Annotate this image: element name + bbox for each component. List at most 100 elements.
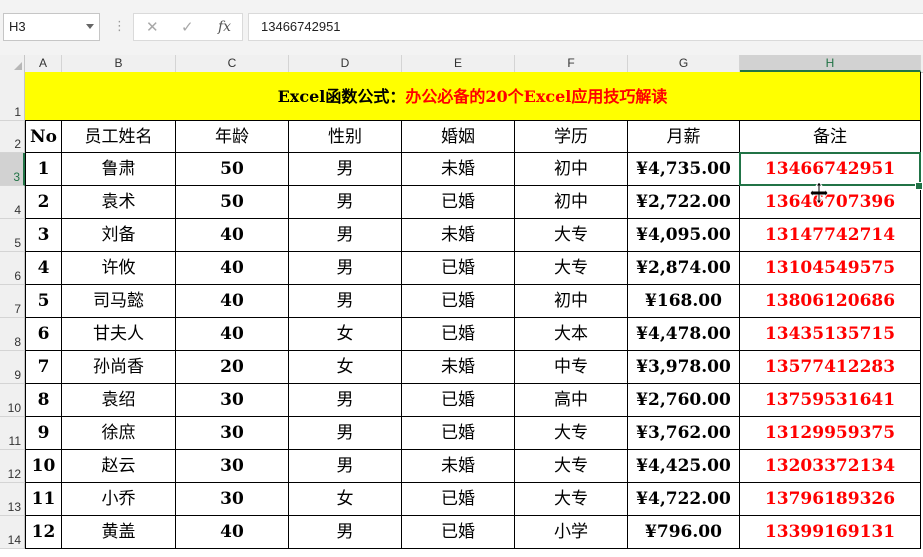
cell-marriage[interactable]: 未婚 <box>402 153 515 186</box>
header-cell-note[interactable]: 备注 <box>740 121 921 153</box>
cell-edu[interactable]: 初中 <box>515 285 628 318</box>
cell-note[interactable]: 13466742951 <box>740 153 921 186</box>
cell-age[interactable]: 30 <box>176 417 289 450</box>
cell-age[interactable]: 20 <box>176 351 289 384</box>
cell-age[interactable]: 30 <box>176 450 289 483</box>
cell-salary[interactable]: ¥3,978.00 <box>628 351 740 384</box>
cell-edu[interactable]: 大专 <box>515 219 628 252</box>
cell-name[interactable]: 刘备 <box>62 219 176 252</box>
cell-age[interactable]: 30 <box>176 483 289 516</box>
cell-salary[interactable]: ¥168.00 <box>628 285 740 318</box>
enter-icon[interactable]: ✓ <box>181 18 194 36</box>
cell-age[interactable]: 30 <box>176 384 289 417</box>
row-header-12[interactable]: 12 <box>0 450 25 483</box>
cell-salary[interactable]: ¥4,478.00 <box>628 318 740 351</box>
cell-no[interactable]: 8 <box>25 384 62 417</box>
cell-age[interactable]: 40 <box>176 219 289 252</box>
cell-no[interactable]: 10 <box>25 450 62 483</box>
cell-name[interactable]: 袁术 <box>62 186 176 219</box>
cell-edu[interactable]: 大专 <box>515 417 628 450</box>
cell-gender[interactable]: 女 <box>289 351 402 384</box>
row-header-6[interactable]: 6 <box>0 252 25 285</box>
cell-marriage[interactable]: 已婚 <box>402 285 515 318</box>
header-cell-edu[interactable]: 学历 <box>515 121 628 153</box>
fx-icon[interactable]: fx <box>218 18 231 36</box>
dropdown-arrow-icon[interactable] <box>86 24 94 29</box>
formula-input[interactable]: 13466742951 <box>248 13 923 41</box>
header-cell-salary[interactable]: 月薪 <box>628 121 740 153</box>
header-cell-gender[interactable]: 性别 <box>289 121 402 153</box>
cell-gender[interactable]: 男 <box>289 153 402 186</box>
cell-note[interactable]: 13147742714 <box>740 219 921 252</box>
row-header-9[interactable]: 9 <box>0 351 25 384</box>
column-header-a[interactable]: A <box>25 55 62 72</box>
cell-salary[interactable]: ¥4,095.00 <box>628 219 740 252</box>
cell-note[interactable]: 13806120686 <box>740 285 921 318</box>
cell-age[interactable]: 40 <box>176 516 289 549</box>
cell-salary[interactable]: ¥4,735.00 <box>628 153 740 186</box>
cell-name[interactable]: 徐庶 <box>62 417 176 450</box>
cell-edu[interactable]: 初中 <box>515 153 628 186</box>
select-all-corner[interactable] <box>0 55 25 72</box>
column-header-f[interactable]: F <box>515 55 628 72</box>
cell-marriage[interactable]: 已婚 <box>402 516 515 549</box>
cell-marriage[interactable]: 已婚 <box>402 318 515 351</box>
cell-name[interactable]: 袁绍 <box>62 384 176 417</box>
column-header-e[interactable]: E <box>402 55 515 72</box>
column-header-d[interactable]: D <box>289 55 402 72</box>
cell-no[interactable]: 12 <box>25 516 62 549</box>
cell-edu[interactable]: 高中 <box>515 384 628 417</box>
cell-gender[interactable]: 男 <box>289 219 402 252</box>
cell-name[interactable]: 赵云 <box>62 450 176 483</box>
cell-name[interactable]: 孙尚香 <box>62 351 176 384</box>
cell-name[interactable]: 司马懿 <box>62 285 176 318</box>
cell-gender[interactable]: 男 <box>289 285 402 318</box>
column-header-c[interactable]: C <box>176 55 289 72</box>
cell-age[interactable]: 50 <box>176 153 289 186</box>
cell-edu[interactable]: 大专 <box>515 450 628 483</box>
cell-edu[interactable]: 大专 <box>515 252 628 285</box>
cell-no[interactable]: 9 <box>25 417 62 450</box>
cell-salary[interactable]: ¥2,760.00 <box>628 384 740 417</box>
cell-age[interactable]: 40 <box>176 318 289 351</box>
cell-edu[interactable]: 小学 <box>515 516 628 549</box>
cell-no[interactable]: 4 <box>25 252 62 285</box>
cell-salary[interactable]: ¥2,874.00 <box>628 252 740 285</box>
cell-edu[interactable]: 中专 <box>515 351 628 384</box>
cell-no[interactable]: 2 <box>25 186 62 219</box>
cell-edu[interactable]: 大本 <box>515 318 628 351</box>
cell-no[interactable]: 7 <box>25 351 62 384</box>
name-box[interactable]: H3 <box>3 13 100 41</box>
cell-note[interactable]: 13577412283 <box>740 351 921 384</box>
cell-gender[interactable]: 男 <box>289 450 402 483</box>
header-cell-name[interactable]: 员工姓名 <box>62 121 176 153</box>
cell-marriage[interactable]: 未婚 <box>402 219 515 252</box>
column-header-h[interactable]: H <box>740 55 921 72</box>
cell-marriage[interactable]: 已婚 <box>402 384 515 417</box>
header-cell-no[interactable]: No <box>25 121 62 153</box>
cell-marriage[interactable]: 未婚 <box>402 351 515 384</box>
cell-name[interactable]: 小乔 <box>62 483 176 516</box>
column-header-g[interactable]: G <box>628 55 740 72</box>
cell-salary[interactable]: ¥796.00 <box>628 516 740 549</box>
cell-gender[interactable]: 男 <box>289 252 402 285</box>
cell-marriage[interactable]: 已婚 <box>402 483 515 516</box>
cell-note[interactable]: 13796189326 <box>740 483 921 516</box>
cell-salary[interactable]: ¥3,762.00 <box>628 417 740 450</box>
cell-age[interactable]: 40 <box>176 252 289 285</box>
cell-name[interactable]: 甘夫人 <box>62 318 176 351</box>
row-header-13[interactable]: 13 <box>0 483 25 516</box>
cell-marriage[interactable]: 已婚 <box>402 252 515 285</box>
cell-edu[interactable]: 初中 <box>515 186 628 219</box>
cell-marriage[interactable]: 已婚 <box>402 186 515 219</box>
cell-gender[interactable]: 男 <box>289 384 402 417</box>
cell-gender[interactable]: 男 <box>289 186 402 219</box>
cell-no[interactable]: 1 <box>25 153 62 186</box>
row-header-7[interactable]: 7 <box>0 285 25 318</box>
cell-note[interactable]: 13646707396 <box>740 186 921 219</box>
cell-marriage[interactable]: 未婚 <box>402 450 515 483</box>
column-header-b[interactable]: B <box>62 55 176 72</box>
row-header-14[interactable]: 14 <box>0 516 25 549</box>
cell-note[interactable]: 13203372134 <box>740 450 921 483</box>
cell-edu[interactable]: 大专 <box>515 483 628 516</box>
